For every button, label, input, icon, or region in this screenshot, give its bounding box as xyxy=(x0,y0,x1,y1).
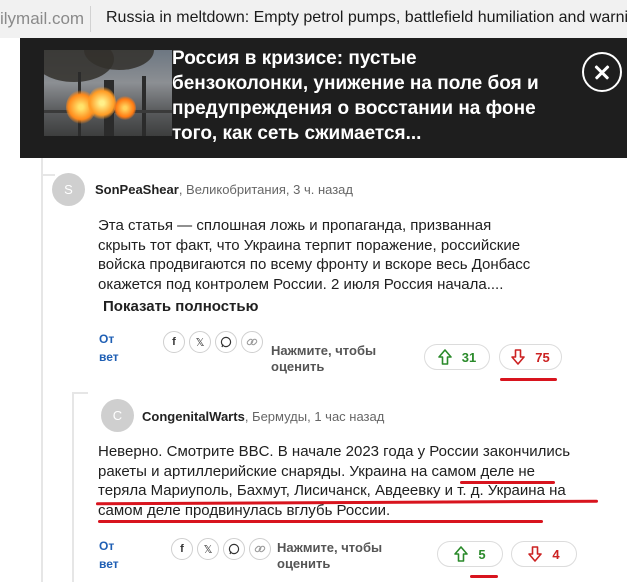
arrow-up-icon xyxy=(454,546,469,562)
annotation-underline-downvotes xyxy=(500,378,557,381)
facebook-icon[interactable]: f xyxy=(163,331,185,353)
comment-meta: CongenitalWarts, Бермуды, 1 час назад xyxy=(142,409,384,424)
browser-tab-bar: ilymail.com Russia in meltdown: Empty pe… xyxy=(0,0,627,38)
comment-author[interactable]: CongenitalWarts xyxy=(142,409,245,424)
comment-location-time: , Бермуды, 1 час назад xyxy=(244,409,385,424)
x-icon[interactable]: 𝕏 xyxy=(189,331,211,353)
reply-connector xyxy=(72,392,88,394)
annotation-underline-upvotes xyxy=(470,575,498,578)
downvote-button[interactable]: 75 xyxy=(499,344,562,370)
downvote-count: 4 xyxy=(552,546,560,562)
share-buttons: f 𝕏 xyxy=(163,331,263,353)
upvote-button[interactable]: 31 xyxy=(424,344,490,370)
article-banner: Россия в кризисе: пустые бензоколонки, у… xyxy=(20,38,627,158)
close-banner-button[interactable] xyxy=(582,52,622,92)
share-buttons: f 𝕏 xyxy=(171,538,271,560)
downvote-count: 75 xyxy=(535,349,550,365)
avatar[interactable]: C xyxy=(101,399,134,432)
comment-text: Эта статья — сплошная ложь и пропаганда,… xyxy=(98,217,531,293)
avatar[interactable]: S xyxy=(52,173,85,206)
show-more-link[interactable]: Показать полностью xyxy=(103,298,258,315)
upvote-button[interactable]: 5 xyxy=(437,541,503,567)
site-domain[interactable]: ilymail.com xyxy=(0,9,84,29)
reply-button[interactable]: Ответ xyxy=(99,330,121,366)
arrow-up-icon xyxy=(437,349,452,365)
comment-meta: SonPeaShear, Великобритания, 3 ч. назад xyxy=(95,182,353,197)
article-thumbnail[interactable] xyxy=(44,50,172,136)
thread-connector xyxy=(41,174,55,176)
annotation-underline xyxy=(460,481,555,484)
upvote-count: 31 xyxy=(461,349,477,365)
arrow-down-icon xyxy=(511,349,526,365)
link-icon[interactable] xyxy=(249,538,271,560)
thread-line xyxy=(41,158,43,582)
arrow-down-icon xyxy=(528,546,543,562)
whatsapp-icon[interactable] xyxy=(223,538,245,560)
banner-headline[interactable]: Россия в кризисе: пустые бензоколонки, у… xyxy=(172,46,544,146)
reply-thread-line xyxy=(72,392,74,582)
downvote-button[interactable]: 4 xyxy=(511,541,577,567)
upvote-count: 5 xyxy=(478,546,486,562)
rate-prompt: Нажмите, чтобы оценить xyxy=(277,540,383,571)
rate-prompt: Нажмите, чтобы оценить xyxy=(271,343,377,374)
reply-button[interactable]: Ответ xyxy=(99,537,121,573)
annotation-underline xyxy=(98,520,543,523)
whatsapp-icon[interactable] xyxy=(215,331,237,353)
tab-divider xyxy=(90,6,91,32)
link-icon[interactable] xyxy=(241,331,263,353)
comment-author[interactable]: SonPeaShear xyxy=(95,182,179,197)
page-title: Russia in meltdown: Empty petrol pumps, … xyxy=(106,9,627,26)
facebook-icon[interactable]: f xyxy=(171,538,193,560)
x-icon[interactable]: 𝕏 xyxy=(197,538,219,560)
comment-location-time: , Великобритания, 3 ч. назад xyxy=(178,182,353,197)
